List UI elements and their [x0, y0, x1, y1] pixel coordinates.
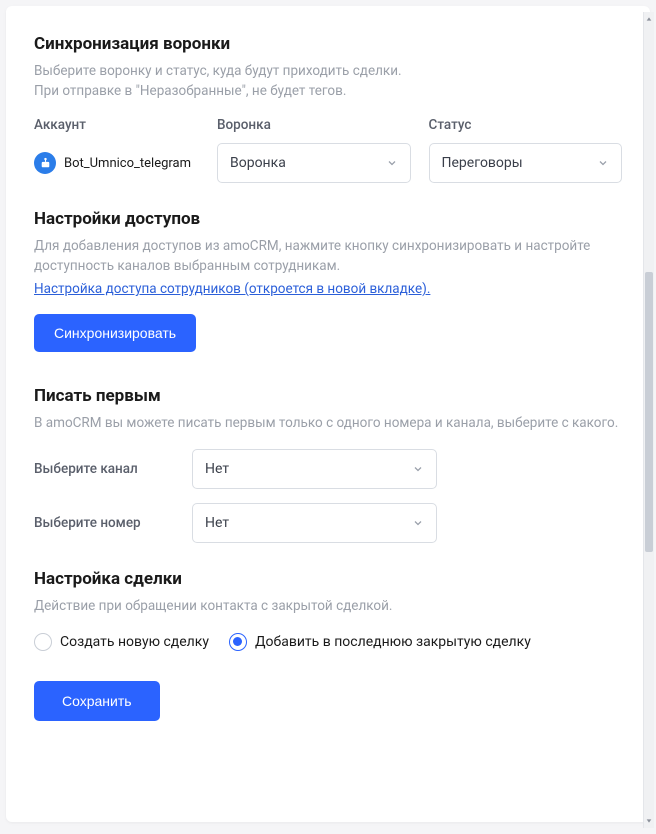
number-select[interactable]: Нет	[192, 503, 437, 543]
status-select-text: Переговоры	[442, 155, 523, 171]
section-write-first: Писать первым В amoCRM вы можете писать …	[34, 386, 622, 544]
bot-avatar-icon	[34, 152, 56, 174]
radio-append-label: Добавить в последнюю закрытую сделку	[255, 634, 531, 650]
channel-select-text: Нет	[205, 461, 229, 477]
account-value: Bot_Umnico_telegram	[34, 143, 199, 183]
account-name-text: Bot_Umnico_telegram	[64, 156, 191, 171]
deal-desc: Действие при обращении контакта с закрыт…	[34, 597, 622, 617]
radio-icon	[34, 633, 52, 651]
number-select-text: Нет	[205, 515, 229, 531]
section-sync: Синхронизация воронки Выберите воронку и…	[34, 34, 622, 183]
scrollbar[interactable]	[643, 12, 654, 828]
sync-title: Синхронизация воронки	[34, 34, 622, 54]
chevron-down-icon	[386, 154, 398, 173]
access-desc: Для добавления доступов из amoCRM, нажми…	[34, 237, 622, 276]
chevron-down-icon	[597, 154, 609, 173]
write-first-title: Писать первым	[34, 386, 622, 406]
pipeline-label: Воронка	[217, 117, 411, 133]
sync-desc: Выберите воронку и статус, куда будут пр…	[34, 62, 622, 101]
pipeline-select[interactable]: Воронка	[217, 143, 411, 183]
channel-select[interactable]: Нет	[192, 449, 437, 489]
scroll-up-icon[interactable]	[644, 12, 654, 26]
radio-append-deal[interactable]: Добавить в последнюю закрытую сделку	[229, 633, 531, 651]
chevron-down-icon	[412, 514, 424, 533]
pipeline-select-text: Воронка	[230, 155, 286, 171]
channel-row: Выберите канал Нет	[34, 449, 622, 489]
save-button[interactable]: Сохранить	[34, 681, 160, 721]
section-deal: Настройка сделки Действие при обращении …	[34, 569, 622, 651]
access-link[interactable]: Настройка доступа сотрудников (откроется…	[34, 281, 430, 297]
radio-icon-checked	[229, 633, 247, 651]
section-access: Настройки доступов Для добавления доступ…	[34, 209, 622, 352]
status-label: Статус	[429, 117, 623, 133]
account-label: Аккаунт	[34, 117, 199, 133]
scroll-thumb[interactable]	[645, 272, 653, 552]
scroll-down-icon[interactable]	[644, 814, 654, 828]
number-label: Выберите номер	[34, 515, 192, 531]
deal-title: Настройка сделки	[34, 569, 622, 589]
radio-new-deal[interactable]: Создать новую сделку	[34, 633, 209, 651]
radio-new-label: Создать новую сделку	[60, 634, 209, 650]
chevron-down-icon	[412, 460, 424, 479]
access-desc-text: Для добавления доступов из amoCRM, нажми…	[34, 238, 590, 274]
access-title: Настройки доступов	[34, 209, 622, 229]
sync-form-row: Аккаунт Bot_Umnico_telegram	[34, 117, 622, 183]
number-row: Выберите номер Нет	[34, 503, 622, 543]
channel-label: Выберите канал	[34, 461, 192, 477]
status-select[interactable]: Переговоры	[429, 143, 623, 183]
write-first-desc: В amoCRM вы можете писать первым только …	[34, 414, 622, 434]
sync-button[interactable]: Синхронизировать	[34, 314, 196, 352]
deal-radio-group: Создать новую сделку Добавить в последню…	[34, 633, 622, 651]
